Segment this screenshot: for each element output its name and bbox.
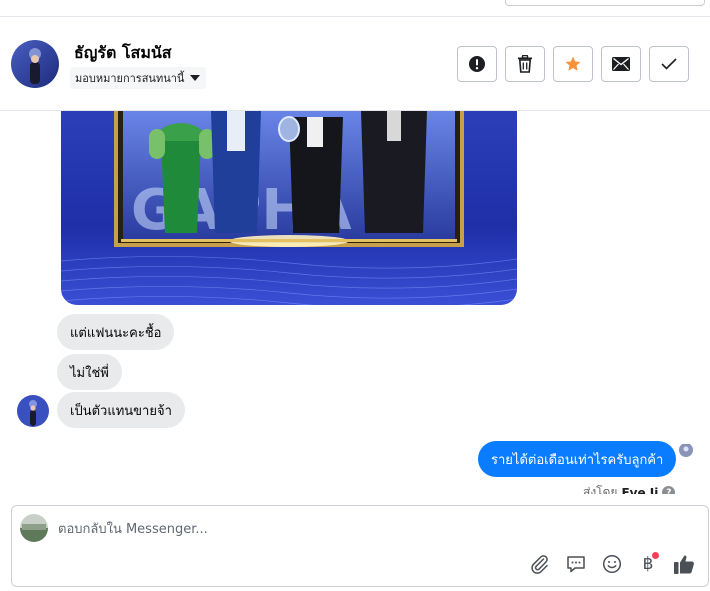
smiley-icon [602, 554, 622, 574]
chevron-down-icon [190, 75, 201, 81]
sent-by-prefix: ส่งโดย [583, 485, 618, 494]
payment-button[interactable]: ฿ [636, 552, 660, 576]
message-bubble-incoming[interactable]: แต่แฟนนะคะชื้อ [57, 314, 175, 350]
paperclip-icon [531, 555, 548, 574]
message-bubble-incoming[interactable]: เป็นตัวแทนขายจ้า [57, 392, 185, 428]
sent-by-label: ส่งโดย Eve Ji ? [583, 483, 676, 495]
delete-button[interactable] [505, 46, 545, 82]
search-box-edge[interactable] [505, 0, 705, 6]
reply-input[interactable] [58, 516, 658, 542]
sender-avatar[interactable] [17, 395, 49, 427]
top-strip [0, 0, 710, 17]
contact-avatar[interactable] [11, 40, 59, 88]
conversation-actions [457, 46, 689, 82]
notification-dot [652, 552, 659, 559]
attach-button[interactable] [528, 552, 552, 576]
message-bubble-incoming[interactable]: ไม่ใช่พี่ [57, 354, 122, 390]
sent-by-name: Eve Ji [621, 485, 659, 495]
page-avatar [20, 514, 48, 542]
message-thread[interactable]: GAPHA แต่แฟน [0, 111, 710, 494]
assign-label: มอบหมายการสนทนานี้ [75, 72, 185, 85]
chat-bubble-icon [567, 556, 585, 573]
envelope-icon [612, 57, 630, 71]
thumbs-up-icon [674, 555, 694, 574]
saved-replies-button[interactable] [564, 552, 588, 576]
reply-composer: ฿ [11, 505, 709, 587]
seen-avatar [679, 443, 693, 457]
emoji-button[interactable] [600, 552, 624, 576]
assign-conversation-dropdown[interactable]: มอบหมายการสนทนานี้ [70, 67, 207, 89]
alert-icon [469, 56, 485, 72]
shared-photo[interactable]: GAPHA [61, 111, 517, 305]
check-icon [661, 58, 677, 70]
contact-name[interactable]: ธัญรัต โสมนัส [74, 41, 172, 66]
star-icon [565, 56, 581, 71]
composer-tools: ฿ [528, 552, 696, 576]
mark-spam-button[interactable] [457, 46, 497, 82]
mark-unread-button[interactable] [601, 46, 641, 82]
message-bubble-outgoing[interactable]: รายได้ต่อเดือนเท่าไรครับลูกค้า [478, 441, 677, 477]
mark-done-button[interactable] [649, 46, 689, 82]
conversation-header: ธัญรัต โสมนัส มอบหมายการสนทนานี้ [0, 17, 710, 111]
trash-icon [518, 55, 532, 73]
help-icon[interactable]: ? [662, 486, 676, 494]
star-button[interactable] [553, 46, 593, 82]
like-button[interactable] [672, 552, 696, 576]
